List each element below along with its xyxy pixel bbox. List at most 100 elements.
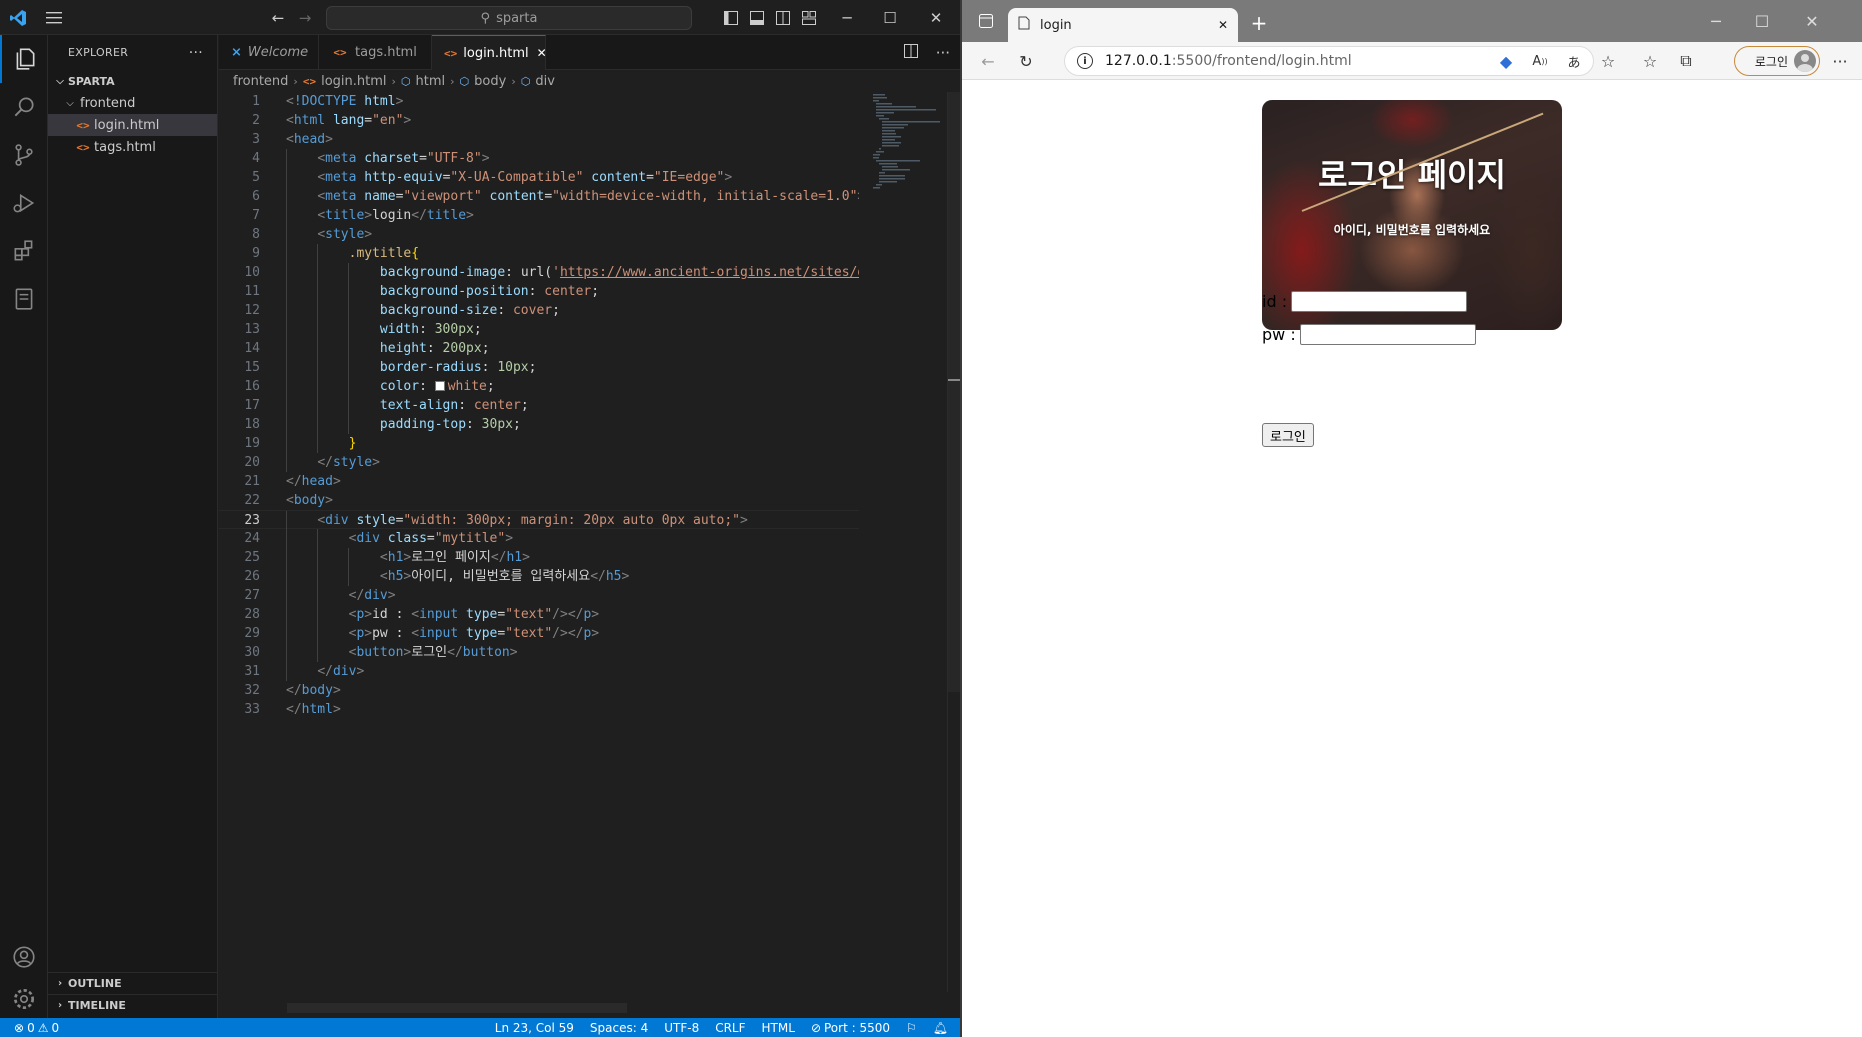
- add-favorite-icon[interactable]: ☆: [1596, 42, 1620, 80]
- collections-icon[interactable]: ⧉: [1674, 42, 1698, 80]
- code-line[interactable]: 1 <!DOCTYPE html>: [219, 92, 859, 111]
- code-line[interactable]: 4 <meta charset="UTF-8">: [219, 149, 859, 168]
- toggle-sidebar-icon[interactable]: [721, 0, 741, 35]
- extensions-icon[interactable]: [0, 227, 48, 275]
- code-line[interactable]: 25 <h1>로그인 페이지</h1>: [219, 548, 859, 567]
- code-line[interactable]: 8 <style>: [219, 225, 859, 244]
- code-line[interactable]: 13 width: 300px;: [219, 320, 859, 339]
- scrollbar-thumb[interactable]: [948, 92, 960, 692]
- code-line[interactable]: 3 <head>: [219, 130, 859, 149]
- search-activity-icon[interactable]: [0, 83, 48, 131]
- breadcrumb-item[interactable]: body: [474, 74, 506, 89]
- toggle-panel-icon[interactable]: [747, 0, 767, 35]
- folder-frontend[interactable]: ⌵ frontend: [48, 92, 217, 114]
- tab-actions-icon[interactable]: [974, 4, 998, 38]
- code-line[interactable]: 31 </div>: [219, 662, 859, 681]
- breadcrumb-item[interactable]: login.html: [321, 74, 386, 89]
- explorer-more-icon[interactable]: ···: [189, 45, 203, 61]
- line-ending[interactable]: CRLF: [707, 1021, 753, 1035]
- customize-layout-icon[interactable]: [799, 0, 819, 35]
- coupon-tag-icon[interactable]: ◆: [1494, 42, 1518, 80]
- horizontal-scrollbar[interactable]: [287, 1003, 627, 1013]
- id-input[interactable]: [1291, 291, 1468, 312]
- vertical-scrollbar[interactable]: [947, 92, 960, 992]
- back-arrow-icon[interactable]: ←: [268, 0, 288, 35]
- back-arrow-icon[interactable]: ←: [976, 42, 1000, 80]
- refresh-icon[interactable]: ↻: [1014, 42, 1038, 80]
- settings-gear-icon[interactable]: [0, 975, 48, 1023]
- tab-welcome[interactable]: ⨯ Welcome: [219, 35, 319, 70]
- run-debug-icon[interactable]: [0, 179, 48, 227]
- tab-tags-html[interactable]: <> tags.html: [319, 35, 432, 70]
- feedback-icon[interactable]: ⚐: [898, 1021, 925, 1035]
- indentation[interactable]: Spaces: 4: [582, 1021, 656, 1035]
- code-line[interactable]: 21 </head>: [219, 472, 859, 491]
- minimize-icon[interactable]: ─: [835, 0, 859, 35]
- code-line[interactable]: 2 <html lang="en">: [219, 111, 859, 130]
- code-line[interactable]: 11 background-position: center;: [219, 282, 859, 301]
- code-line[interactable]: 9 .mytitle{: [219, 244, 859, 263]
- tab-login-html[interactable]: <> login.html ✕: [432, 35, 547, 70]
- live-server-port[interactable]: ⊘ Port : 5500: [803, 1021, 898, 1035]
- accounts-icon[interactable]: [0, 933, 48, 981]
- breadcrumb-item[interactable]: html: [416, 74, 446, 89]
- language-mode[interactable]: HTML: [754, 1021, 803, 1035]
- close-window-icon[interactable]: ✕: [1800, 4, 1824, 38]
- outline-section[interactable]: › OUTLINE: [48, 972, 218, 994]
- code-line[interactable]: 33 </html>: [219, 700, 859, 719]
- code-line[interactable]: 32 </body>: [219, 681, 859, 700]
- code-line[interactable]: 19 }: [219, 434, 859, 453]
- code-line[interactable]: 7 <title>login</title>: [219, 206, 859, 225]
- pw-input[interactable]: [1299, 324, 1476, 345]
- timeline-section[interactable]: › TIMELINE: [48, 994, 218, 1016]
- more-actions-icon[interactable]: ···: [936, 44, 950, 62]
- code-line[interactable]: 18 padding-top: 30px;: [219, 415, 859, 434]
- code-line[interactable]: 27 </div>: [219, 586, 859, 605]
- maximize-icon[interactable]: ☐: [878, 0, 902, 35]
- forward-arrow-icon[interactable]: →: [295, 0, 315, 35]
- remote-explorer-icon[interactable]: [0, 275, 48, 323]
- minimap[interactable]: [867, 92, 949, 192]
- close-window-icon[interactable]: ✕: [924, 0, 948, 35]
- favorites-icon[interactable]: ☆: [1638, 42, 1662, 80]
- code-line[interactable]: 17 text-align: center;: [219, 396, 859, 415]
- code-line[interactable]: 24 <div class="mytitle">: [219, 529, 859, 548]
- code-line[interactable]: 28 <p>id : <input type="text"/></p>: [219, 605, 859, 624]
- site-info-icon[interactable]: i: [1077, 53, 1093, 69]
- close-tab-icon[interactable]: ✕: [1218, 18, 1228, 32]
- code-line[interactable]: 26 <h5>아이디, 비밀번호를 입력하세요</h5>: [219, 567, 859, 586]
- source-control-icon[interactable]: [0, 131, 48, 179]
- login-button[interactable]: 로그인: [1262, 423, 1314, 447]
- notifications-icon[interactable]: 🔔︎: [925, 1021, 960, 1035]
- translate-icon[interactable]: あ: [1562, 42, 1586, 80]
- code-line[interactable]: 23 <div style="width: 300px; margin: 20p…: [219, 510, 859, 530]
- code-line[interactable]: 6 <meta name="viewport" content="width=d…: [219, 187, 859, 206]
- menu-icon[interactable]: [42, 0, 66, 35]
- code-line[interactable]: 10 background-image: url('https://www.an…: [219, 263, 859, 282]
- workspace-root[interactable]: ⌵ SPARTA: [48, 70, 217, 92]
- code-line[interactable]: 20 </style>: [219, 453, 859, 472]
- read-aloud-icon[interactable]: A)): [1528, 42, 1552, 80]
- encoding[interactable]: UTF-8: [656, 1021, 707, 1035]
- new-tab-icon[interactable]: +: [1247, 6, 1271, 40]
- code-line[interactable]: 22 <body>: [219, 491, 859, 510]
- code-line[interactable]: 5 <meta http-equiv="X-UA-Compatible" con…: [219, 168, 859, 187]
- maximize-icon[interactable]: ☐: [1750, 4, 1774, 38]
- command-center-search[interactable]: ⚲ sparta: [326, 6, 692, 30]
- close-tab-icon[interactable]: ✕: [537, 46, 547, 60]
- minimize-icon[interactable]: ─: [1704, 4, 1728, 38]
- toggle-secondary-sidebar-icon[interactable]: [773, 0, 793, 35]
- cursor-position[interactable]: Ln 23, Col 59: [487, 1021, 582, 1035]
- problems-indicator[interactable]: ⊗ 0 ⚠ 0: [0, 1021, 67, 1035]
- breadcrumb-item[interactable]: frontend: [233, 74, 288, 89]
- split-editor-icon[interactable]: [903, 43, 918, 62]
- code-line[interactable]: 16 color: white;: [219, 377, 859, 396]
- settings-more-icon[interactable]: ···: [1828, 42, 1852, 80]
- browser-tab-login[interactable]: login ✕: [1008, 8, 1238, 42]
- code-line[interactable]: 29 <p>pw : <input type="text"/></p>: [219, 624, 859, 643]
- explorer-icon[interactable]: [0, 35, 48, 83]
- profile-button[interactable]: 로그인: [1734, 46, 1820, 76]
- file-tags-html[interactable]: <> tags.html: [48, 136, 217, 158]
- code-editor[interactable]: 1 <!DOCTYPE html> 2 <html lang="en"> 3 <head>…: [219, 92, 859, 992]
- file-login-html[interactable]: <> login.html: [48, 114, 217, 136]
